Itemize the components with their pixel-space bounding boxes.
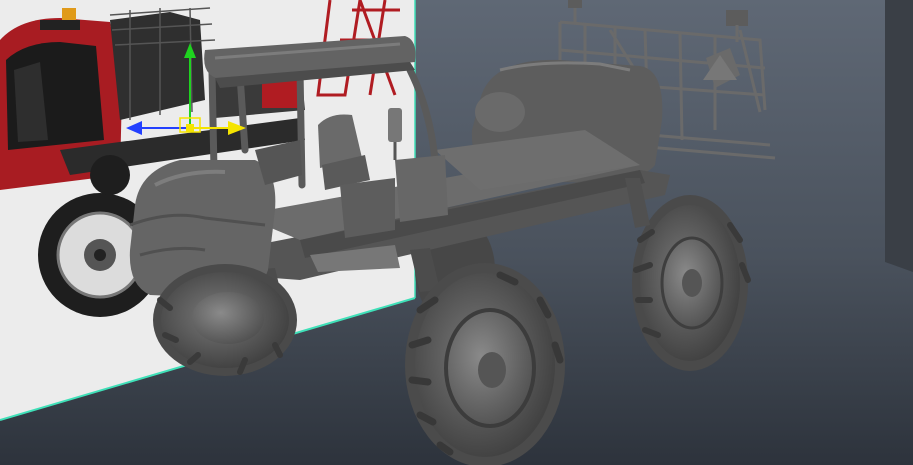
viewport-scene[interactable] — [0, 0, 913, 465]
rear-right-wheel — [632, 195, 751, 371]
3d-viewport[interactable] — [0, 0, 913, 465]
move-tool-icon — [186, 124, 194, 132]
front-left-wheel — [153, 264, 297, 376]
back-plane — [885, 0, 913, 272]
front-right-wheel — [405, 263, 565, 465]
